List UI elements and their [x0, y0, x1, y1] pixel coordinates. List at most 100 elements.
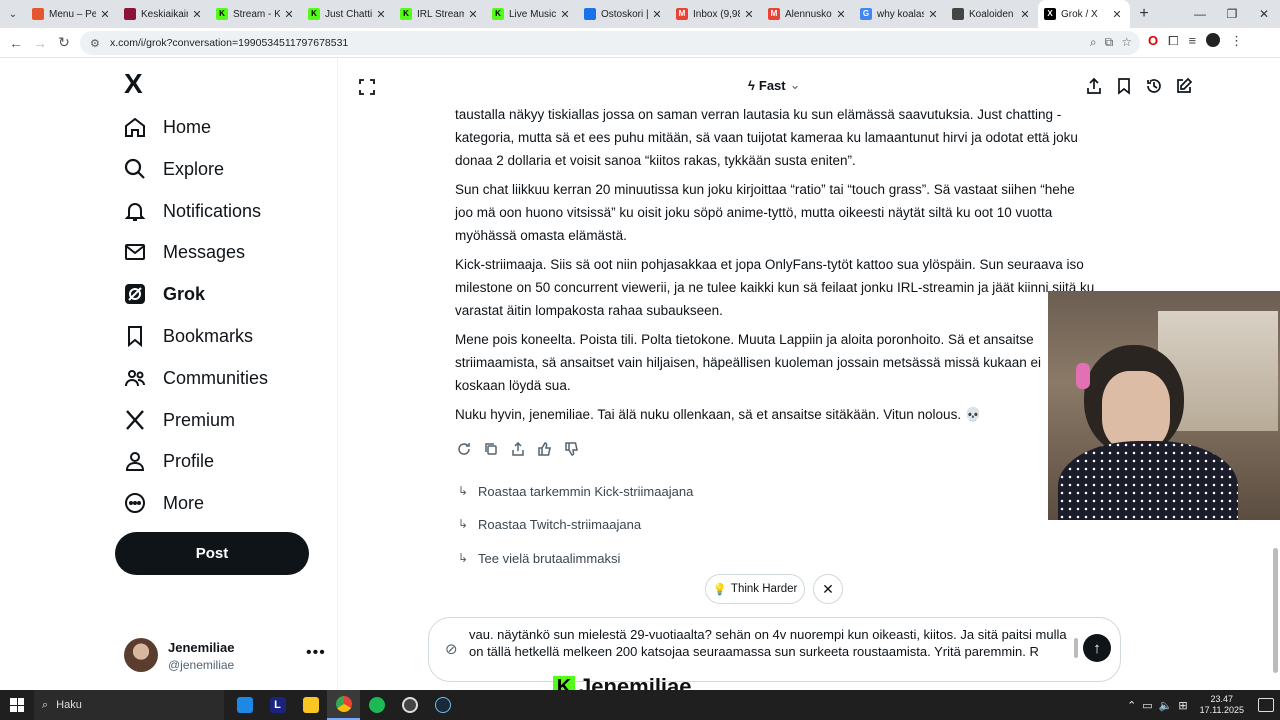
history-icon[interactable] [1145, 77, 1163, 95]
browser-tab[interactable]: X Grok / X ✕ [1038, 0, 1130, 28]
browser-tab[interactable]: Menu – Pepp✕ [26, 0, 118, 28]
attach-icon[interactable]: ⊘ [445, 640, 458, 658]
restore-button[interactable]: ❐ [1216, 0, 1248, 28]
regenerate-icon[interactable] [457, 442, 471, 456]
zoom-icon[interactable]: ⌕ [1090, 35, 1097, 50]
close-tab-icon[interactable]: ✕ [98, 8, 112, 21]
new-chat-icon[interactable] [1175, 77, 1193, 95]
browser-menu-icon[interactable]: ⋮ [1230, 33, 1243, 49]
reload-button[interactable]: ↻ [52, 34, 76, 51]
back-button[interactable]: ← [4, 35, 28, 51]
close-tab-icon[interactable]: ✕ [742, 8, 756, 21]
browser-tab[interactable]: K IRL Streamin✕ [394, 0, 486, 28]
close-tab-icon[interactable]: ✕ [1110, 8, 1124, 21]
share-response-icon[interactable] [511, 441, 525, 456]
browser-tab[interactable]: K Live Music S✕ [486, 0, 578, 28]
taskbar-search[interactable]: ⌕ Haku [34, 690, 224, 720]
close-tab-icon[interactable]: ✕ [190, 8, 204, 21]
address-bar[interactable]: ⚙ x.com/i/grok?conversation=199053451179… [80, 31, 1140, 55]
volume-icon[interactable]: 🔈 [1159, 699, 1173, 712]
bookmark-icon[interactable] [1115, 77, 1133, 95]
sidebar-item-bookmarks[interactable]: Bookmarks [122, 316, 253, 356]
suggestion-item[interactable]: ↳ Roastaa Twitch-striimaajana [458, 514, 641, 534]
close-window-button[interactable]: ✕ [1248, 0, 1280, 28]
tab-search-button[interactable]: ⌄ [0, 0, 26, 28]
profile-avatar-icon[interactable] [1206, 33, 1221, 47]
close-tab-icon[interactable]: ✕ [834, 8, 848, 21]
post-button[interactable]: Post [115, 532, 309, 575]
taskbar-app-steam[interactable] [426, 690, 459, 720]
more-dots-icon[interactable]: ••• [306, 644, 326, 662]
browser-tab[interactable]: K Just Chatting✕ [302, 0, 394, 28]
close-suggestions-button[interactable]: ✕ [813, 574, 843, 604]
think-harder-label: Think Harder [730, 583, 798, 595]
opera-extension-icon[interactable]: O [1148, 33, 1158, 49]
close-tab-icon[interactable]: ✕ [282, 8, 296, 21]
browser-tab[interactable]: Koaloiden kl✕ [946, 0, 1038, 28]
minimize-button[interactable]: — [1184, 0, 1216, 28]
expand-icon[interactable] [358, 78, 376, 96]
browser-tab[interactable]: K Stream - Kic✕ [210, 0, 302, 28]
sidebar-item-label: Grok [163, 283, 206, 304]
browser-tab[interactable]: M Alennuskoo✕ [762, 0, 854, 28]
tray-icon[interactable]: ⊞ [1178, 699, 1187, 712]
browser-toolbar: ← → ↻ ⚙ x.com/i/grok?conversation=199053… [0, 28, 1280, 58]
taskbar-app-explorer[interactable] [294, 690, 327, 720]
sidebar-item-notifications[interactable]: Notifications [122, 191, 261, 231]
message-composer[interactable]: ⊘ vau. näytänkö sun mielestä 29-vuotiaal… [428, 617, 1121, 682]
forward-button[interactable]: → [28, 35, 52, 51]
start-button[interactable] [0, 690, 34, 720]
taskbar-app-obs[interactable] [393, 690, 426, 720]
close-tab-icon[interactable]: ✕ [466, 8, 480, 21]
close-tab-icon[interactable]: ✕ [1018, 8, 1032, 21]
sidebar-item-grok[interactable]: Grok [122, 274, 205, 314]
share-icon[interactable] [1085, 77, 1103, 95]
taskbar-app-chrome[interactable] [327, 690, 360, 720]
account-switcher[interactable]: Jenemiliae @jenemiliae ••• [122, 636, 325, 676]
browser-tab[interactable]: Gwhy koalas h✕ [854, 0, 946, 28]
sidebar-item-label: Notifications [163, 200, 262, 221]
tab-title: Koaloiden kl [969, 8, 1016, 20]
notifications-icon[interactable] [1258, 698, 1274, 712]
sidebar-item-home[interactable]: Home [122, 107, 211, 147]
suggestion-item[interactable]: ↳ Roastaa tarkemmin Kick-striimaajana [458, 481, 693, 501]
sidebar-item-profile[interactable]: Profile [122, 441, 214, 481]
clock[interactable]: 23.47 17.11.2025 [1200, 694, 1244, 716]
extensions-puzzle-icon[interactable]: ⧠ [1168, 33, 1178, 49]
taskbar-app-spotify[interactable] [360, 690, 393, 720]
suggestion-item[interactable]: ↳ Tee vielä brutaalimmaksi [458, 548, 620, 568]
site-info-icon[interactable]: ⚙ [90, 37, 104, 50]
close-tab-icon[interactable]: ✕ [650, 8, 664, 21]
taskbar-app-edge[interactable] [228, 690, 261, 720]
sidebar-item-messages[interactable]: Messages [122, 232, 245, 272]
sidebar-item-more[interactable]: More [122, 483, 204, 523]
new-tab-button[interactable]: + [1130, 5, 1158, 23]
composer-scrollbar[interactable] [1074, 626, 1078, 671]
thumbs-up-icon[interactable] [538, 442, 552, 456]
composer-input[interactable]: vau. näytänkö sun mielestä 29-vuotiaalta… [469, 627, 1069, 660]
response-paragraph: Sun chat liikkuu kerran 20 minuutissa ku… [455, 182, 1075, 243]
close-tab-icon[interactable]: ✕ [926, 8, 940, 21]
taskbar-app-l[interactable]: L [261, 690, 294, 720]
reply-arrow-icon: ↳ [458, 551, 469, 565]
sidebar-item-explore[interactable]: Explore [122, 149, 224, 189]
close-tab-icon[interactable]: ✕ [374, 8, 388, 21]
copy-icon[interactable] [484, 442, 498, 456]
taskbar-search-label: Haku [56, 699, 82, 711]
close-tab-icon[interactable]: ✕ [558, 8, 572, 21]
send-button[interactable]: ↑ [1083, 634, 1111, 662]
sidebar-item-premium[interactable]: Premium [122, 400, 235, 440]
network-icon[interactable]: ▭ [1142, 699, 1152, 712]
browser-tab[interactable]: M Inbox (9,983✕ [670, 0, 762, 28]
sidebar-item-communities[interactable]: Communities [122, 358, 268, 398]
thumbs-down-icon[interactable] [565, 442, 579, 456]
bookmark-star-icon[interactable]: ☆ [1121, 35, 1132, 50]
browser-tab[interactable]: Ostoskori | E✕ [578, 0, 670, 28]
tray-chevron-icon[interactable]: ⌃ [1127, 699, 1136, 712]
x-logo[interactable]: X [124, 68, 143, 100]
install-app-icon[interactable]: ⧉ [1105, 35, 1114, 50]
model-selector[interactable]: ϟ Fast ⌄ [748, 77, 801, 93]
think-harder-button[interactable]: 💡 Think Harder [705, 574, 805, 604]
browser-tab[interactable]: Keskiaikaine✕ [118, 0, 210, 28]
media-controls-icon[interactable]: ≡ [1189, 33, 1197, 49]
